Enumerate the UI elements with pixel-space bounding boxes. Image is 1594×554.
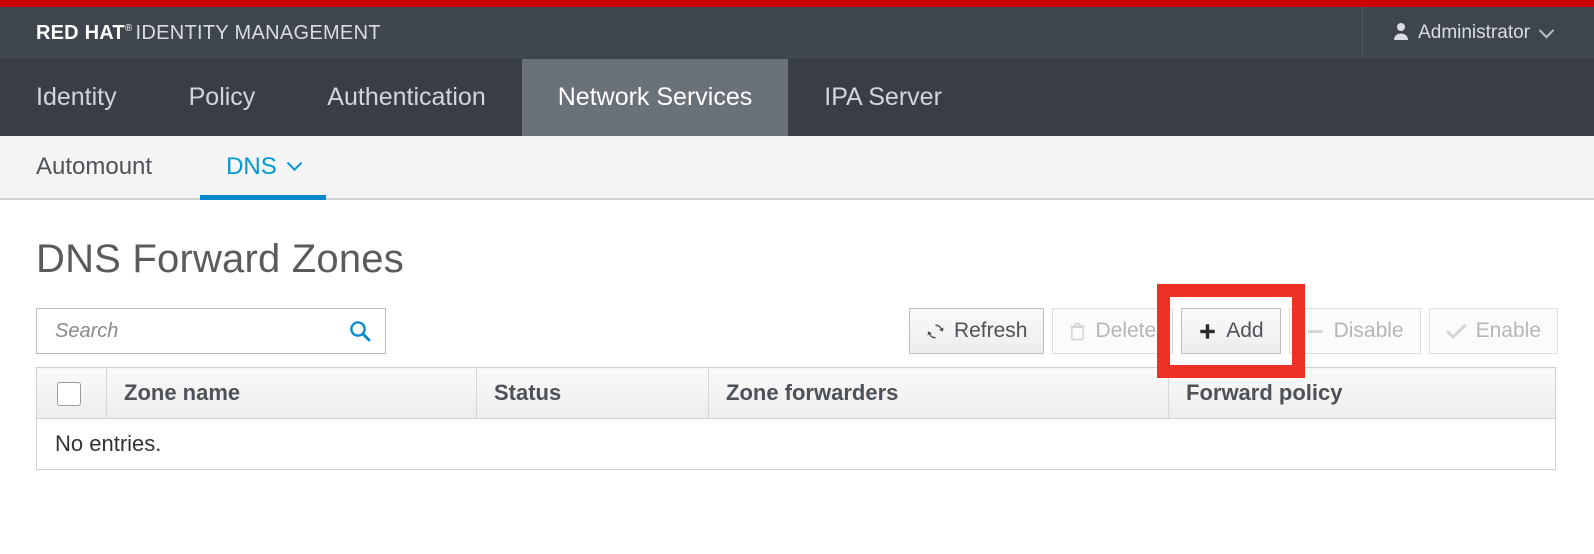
subnav-label: Automount [36, 153, 153, 180]
nav-label: Identity [36, 83, 117, 111]
nav-item-policy[interactable]: Policy [153, 59, 292, 136]
column-header-zone-name[interactable]: Zone name [106, 367, 477, 419]
delete-button[interactable]: Delete [1052, 308, 1174, 354]
nav-item-authentication[interactable]: Authentication [291, 59, 521, 136]
user-menu[interactable]: Administrator [1362, 7, 1594, 59]
table-empty-row: No entries. [37, 419, 1556, 470]
plus-icon [1198, 322, 1217, 341]
masthead: RED HAT® IDENTITY MANAGEMENT Administrato… [0, 7, 1594, 59]
disable-button[interactable]: Disable [1288, 308, 1421, 354]
minus-icon [1306, 322, 1325, 341]
table-header-row: Zone name Status Zone forwarders Forward… [36, 367, 1556, 419]
enable-button[interactable]: Enable [1428, 308, 1558, 354]
refresh-button[interactable]: Refresh [908, 308, 1045, 354]
user-icon [1393, 22, 1409, 45]
select-all-checkbox[interactable] [57, 382, 81, 407]
forward-zones-table: Zone name Status Zone forwarders Forward… [36, 367, 1556, 470]
empty-message: No entries. [55, 431, 162, 456]
select-all-header [36, 367, 107, 419]
nav-label: Network Services [557, 83, 753, 111]
table-body: No entries. [37, 419, 1556, 470]
user-menu-label: Administrator [1418, 22, 1530, 43]
nav-item-network-services[interactable]: Network Services [521, 59, 789, 136]
redhat-wordmark: RED HAT [36, 21, 125, 44]
primary-navigation: Identity Policy Authentication Network S… [0, 59, 1594, 136]
product-name: IDENTITY MANAGEMENT [135, 21, 381, 44]
page-title: DNS Forward Zones [36, 237, 404, 281]
nav-label: IPA Server [824, 83, 942, 111]
page-content: DNS Forward Zones Refresh [0, 237, 1594, 470]
subnav-item-automount[interactable]: Automount [36, 136, 200, 198]
column-header-zone-forwarders[interactable]: Zone forwarders [708, 367, 1169, 419]
column-header-forward-policy[interactable]: Forward policy [1168, 367, 1556, 419]
search-box[interactable] [36, 308, 386, 354]
nav-label: Policy [188, 83, 256, 111]
check-icon [1446, 322, 1467, 341]
chevron-down-icon [1538, 22, 1555, 38]
refresh-button-label: Refresh [953, 319, 1028, 342]
table-toolbar: Refresh Delete [36, 284, 1558, 378]
action-button-group: Refresh Delete Add Disable Enable [908, 308, 1558, 354]
subnav-label: DNS [226, 153, 277, 180]
secondary-navigation: Automount DNS [0, 136, 1594, 200]
add-button-label: Add [1226, 319, 1264, 342]
brand-accent-bar [0, 0, 1594, 7]
search-input[interactable] [53, 318, 349, 344]
chevron-down-icon [286, 154, 303, 171]
disable-button-label: Disable [1333, 319, 1404, 342]
nav-item-identity[interactable]: Identity [0, 59, 153, 136]
delete-button-label: Delete [1095, 319, 1157, 342]
table-head: Zone name Status Zone forwarders Forward… [36, 367, 1556, 419]
add-button[interactable]: Add [1181, 308, 1281, 354]
nav-label: Authentication [327, 83, 486, 111]
refresh-icon [926, 322, 945, 341]
search-icon[interactable] [349, 320, 371, 342]
trademark-mark: ® [124, 22, 133, 34]
product-logo: RED HAT® IDENTITY MANAGEMENT [0, 22, 381, 45]
trash-icon [1069, 322, 1086, 341]
subnav-item-dns[interactable]: DNS [200, 136, 326, 200]
nav-item-ipa-server[interactable]: IPA Server [788, 59, 978, 136]
column-header-status[interactable]: Status [476, 367, 709, 419]
enable-button-label: Enable [1475, 319, 1541, 342]
